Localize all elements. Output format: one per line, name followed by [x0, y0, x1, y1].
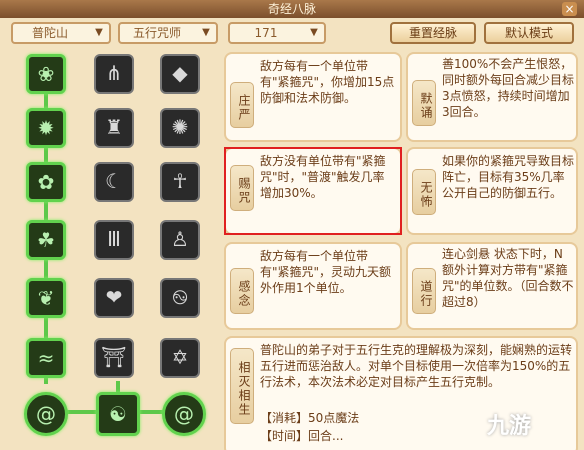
wave-icon: ≈ [37, 346, 55, 370]
swirl-icon: @ [174, 402, 194, 426]
skill-card-gannian[interactable]: 感念 敌方每有一个单位带有"紧箍咒"，灵动九天额外作用1个单位。 [224, 242, 402, 330]
burst-icon: ✹ [37, 116, 55, 140]
meridian-node-idol[interactable]: ♙ [160, 220, 200, 260]
swirl-icon: ࿊ [172, 285, 188, 309]
idol-icon: ♙ [171, 227, 189, 251]
skill-name: 相灭相生 [230, 348, 254, 424]
crescent-icon: ☾ [105, 169, 123, 193]
skill-name: 感念 [230, 268, 254, 314]
meridian-node-scroll[interactable]: ◆ [160, 54, 200, 94]
points-dropdown[interactable]: 171 ▼ [228, 22, 326, 44]
category-dropdown[interactable]: 五行咒师 ▼ [118, 22, 218, 44]
flame-icon: ✺ [171, 115, 189, 139]
swirl-icon: @ [36, 402, 56, 426]
sprout-icon: ❦ [37, 286, 55, 310]
skill-name: 庄严 [230, 82, 254, 128]
highlight-box [224, 147, 402, 235]
points-dropdown-value: 171 [254, 26, 278, 40]
chevron-down-icon: ▼ [202, 27, 210, 38]
meridian-node-crescent[interactable]: ☾ [94, 162, 134, 202]
lotus-icon: ❀ [37, 62, 55, 86]
category-dropdown-value: 五行咒师 [132, 26, 181, 40]
watermark-logo: 九游 [487, 414, 532, 439]
meridian-node-pentagram[interactable]: ✡ [160, 338, 200, 378]
meridian-node-gate[interactable]: ⛩ [94, 338, 134, 378]
skill-name: 无怖 [412, 169, 436, 215]
yinyang-icon: ☯ [109, 402, 127, 426]
meridian-node-spikes[interactable]: ⋔ [94, 54, 134, 94]
bloom-icon: ✿ [37, 170, 55, 194]
spikes-icon: ⋔ [105, 61, 123, 85]
skill-description: 如果你的紧箍咒导致目标阵亡，目标有35%几率公开自己的防御五行。 [442, 154, 574, 200]
school-dropdown-value: 普陀山 [31, 26, 68, 40]
scroll-icon: ◆ [172, 61, 188, 85]
reset-meridian-button[interactable]: 重置经脉 [390, 22, 476, 44]
skill-card-mosong[interactable]: 默诵 善100%不会产生恨怒，同时额外每回合减少目标3点愤怒，持续时间增加3回合… [406, 52, 578, 142]
meridian-node-leaf[interactable]: ☘ [26, 220, 66, 260]
meridian-node-burst[interactable]: ✹ [26, 108, 66, 148]
meridian-tree: ❀ ✹ ✿ ☘ ❦ ≈ ⋔ ♜ ☾ Ⅲ ❤ ⛩ ◆ ✺ ☥ ♙ ࿊ ✡ @ ☯ … [0, 46, 214, 450]
skill-description: 敌方每有一个单位带有"紧箍咒"，你增加15点防御和法术防御。 [260, 59, 395, 105]
meridian-node-yinyang[interactable]: ☯ [96, 392, 140, 436]
chevron-down-icon: ▼ [95, 27, 103, 38]
meridian-node-heart[interactable]: ❤ [94, 278, 134, 318]
pillars-icon: Ⅲ [107, 227, 121, 251]
path-line [44, 54, 48, 384]
skill-description: 善100%不会产生恨怒，同时额外每回合减少目标3点愤怒，持续时间增加3回合。 [442, 57, 574, 119]
meridian-node-wave[interactable]: ≈ [26, 338, 66, 378]
bell-icon: ♜ [105, 115, 123, 139]
skill-name: 默诵 [412, 80, 436, 126]
heart-icon: ❤ [105, 285, 123, 309]
default-mode-button[interactable]: 默认模式 [484, 22, 574, 44]
skill-description: 普陀山的弟子对于五行生克的理解极为深刻，能娴熟的运转五行进而惩治敌人。对单个目标… [260, 343, 572, 389]
meridian-node-swirl-right[interactable]: @ [162, 392, 206, 436]
meridian-node-swirl-left[interactable]: @ [24, 392, 68, 436]
chevron-down-icon: ▼ [310, 27, 318, 38]
meridian-node-bloom[interactable]: ✿ [26, 162, 66, 202]
window-title: 奇经八脉 [267, 2, 316, 16]
meridian-window: 奇经八脉 × 普陀山 ▼ 五行咒师 ▼ 171 ▼ 重置经脉 默认模式 ❀ ✹ … [0, 0, 584, 450]
skill-name: 道行 [412, 268, 436, 314]
skill-card-daoxing[interactable]: 道行 连心剑悬 状态下时，N额外计算对方带有"紧箍咒"的单位数。（回合数不超过8… [406, 242, 578, 330]
close-icon[interactable]: × [562, 2, 577, 16]
meridian-node-bell[interactable]: ♜ [94, 108, 134, 148]
skill-card-wubu[interactable]: 无怖 如果你的紧箍咒导致目标阵亡，目标有35%几率公开自己的防御五行。 [406, 147, 578, 235]
gate-icon: ⛩ [101, 345, 127, 369]
skill-description: 敌方每有一个单位带有"紧箍咒"，灵动九天额外作用1个单位。 [260, 249, 392, 295]
skill-card-zhuangyan[interactable]: 庄严 敌方每有一个单位带有"紧箍咒"，你增加15点防御和法术防御。 [224, 52, 402, 142]
meridian-node-lotus[interactable]: ❀ [26, 54, 66, 94]
figure-icon: ☥ [172, 169, 188, 193]
meridian-node-sprout[interactable]: ❦ [26, 278, 66, 318]
pentagram-icon: ✡ [171, 345, 189, 369]
meridian-node-pillars[interactable]: Ⅲ [94, 220, 134, 260]
school-dropdown[interactable]: 普陀山 ▼ [11, 22, 111, 44]
skill-description: 连心剑悬 状态下时，N额外计算对方带有"紧箍咒"的单位数。（回合数不超过8） [442, 247, 574, 309]
meridian-node-figure[interactable]: ☥ [160, 162, 200, 202]
meridian-node-flame[interactable]: ✺ [160, 108, 200, 148]
meridian-node-swirl[interactable]: ࿊ [160, 278, 200, 318]
leaf-icon: ☘ [37, 228, 55, 252]
